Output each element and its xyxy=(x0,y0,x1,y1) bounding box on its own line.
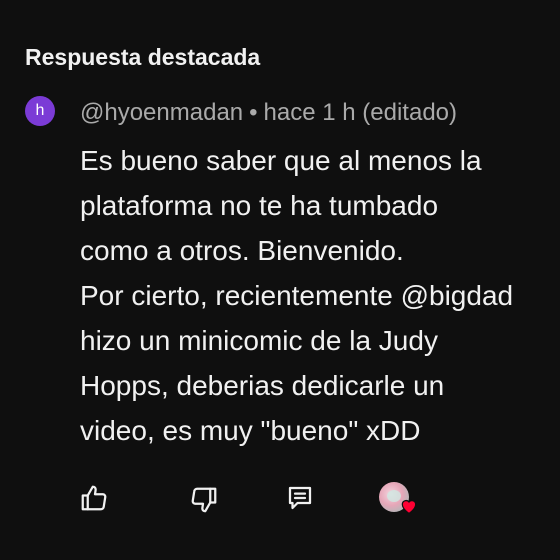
section-title: Respuesta destacada xyxy=(25,44,261,70)
creator-heart[interactable] xyxy=(377,482,419,518)
comment-line: Es bueno saber que al menos la xyxy=(80,145,482,176)
comment: h @hyoenmadan • hace 1 h (editado) Es buen… xyxy=(0,90,560,560)
comment-line: video, es muy "bueno" xDD xyxy=(80,415,421,446)
comment-line: Hopps, deberias dedicarle un xyxy=(80,370,445,401)
avatar[interactable]: h xyxy=(25,96,55,126)
comment-time: hace 1 h (editado) xyxy=(263,99,458,126)
comment-actions xyxy=(0,478,560,518)
comment-text: Es bueno saber que al menos la plataform… xyxy=(80,138,560,453)
thumb-down-icon xyxy=(191,487,217,513)
comment-line: plataforma no te ha tumbado xyxy=(80,190,439,221)
meta-separator: • xyxy=(249,99,258,126)
author-handle[interactable]: @hyoenmadan xyxy=(80,99,243,126)
reply-icon xyxy=(288,486,312,510)
like-button[interactable] xyxy=(76,480,112,516)
comment-line: como a otros. Bienvenido. xyxy=(80,235,404,266)
dislike-button[interactable] xyxy=(186,482,222,518)
comment-line: Por cierto, recientemente @bigdad xyxy=(80,280,514,311)
creator-heart-icon xyxy=(401,499,417,515)
comment-line: hizo un minicomic de la Judy xyxy=(80,325,438,356)
thumb-up-icon xyxy=(81,485,107,511)
comment-meta: @hyoenmadan • hace 1 h (editado) xyxy=(80,99,457,127)
reply-button[interactable] xyxy=(282,480,318,516)
